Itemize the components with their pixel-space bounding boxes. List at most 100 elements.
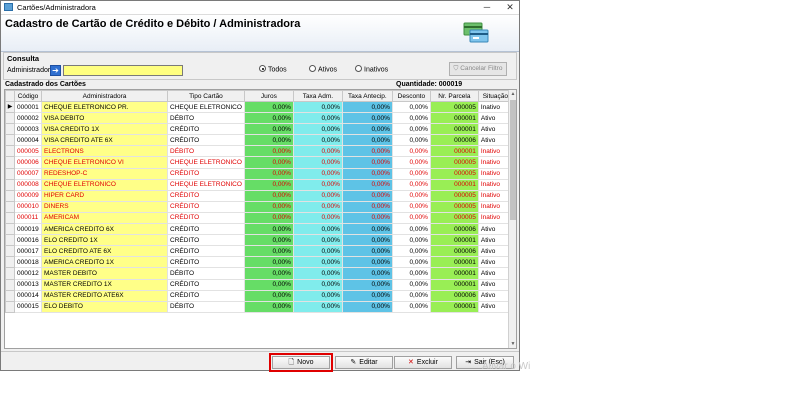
cards-table: Código Administradora Tipo Cartão Juros … [5,90,513,313]
cell-tipo: CRÉDITO [167,200,245,213]
cell-parcela: 000005 [429,100,479,114]
cell-taxa: 0,00% [292,178,343,191]
cell-tipo: CRÉDITO [167,211,245,225]
cell-adm: REDESHOP-C [41,167,168,180]
table-row[interactable]: ▶ 000001 CHEQUE ELETRONICO PR. CHEQUE ELETR… [5,100,513,114]
cancel-filter-button[interactable]: ⛉ Cancelar Filtro [449,62,507,76]
list-title: Cadastrado dos Cartões [5,81,86,88]
cell-antecip: 0,00% [341,234,393,247]
cell-juros: 0,00% [243,189,294,202]
table-row[interactable]: 000010 DINERS CRÉDITO 0,00% 0,00% 0,00% 0,00% 0… [5,200,513,213]
column-header[interactable]: Taxa Antecip. [341,90,393,102]
column-header[interactable]: Nr. Parcela [429,90,479,102]
table-row[interactable]: 000002 VISA DEBITO DÉBITO 0,00% 0,00% 0,00% 0,… [5,112,513,125]
cell-tipo: DÉBITO [167,300,245,313]
edit-icon: ✎ [350,359,357,366]
scrollbar-thumb[interactable] [510,100,516,220]
table-row[interactable]: 000011 AMERICAM CRÉDITO 0,00% 0,00% 0,00% 0,00… [5,211,513,225]
cell-codigo: 000006 [14,156,42,169]
cell-desc: 0,00% [391,167,431,180]
scroll-up-icon[interactable]: ▲ [509,90,516,98]
cell-tipo: CHEQUE ELETRONICO [167,100,245,114]
column-header[interactable]: Desconto [391,90,431,102]
table-row[interactable]: 000015 ELO DEBITO DÉBITO 0,00% 0,00% 0,00% 0,0… [5,300,513,313]
row-indicator [5,123,15,136]
column-header[interactable]: Taxa Adm. [292,90,343,102]
table-row[interactable]: 000005 ELECTRONS DÉBITO 0,00% 0,00% 0,00% 0,00… [5,145,513,158]
title-bar: Cartões/Administradora ─ ✕ [1,1,519,15]
column-header[interactable]: Administradora [41,90,168,102]
cell-desc: 0,00% [391,289,431,302]
cell-codigo: 000017 [14,245,42,258]
cards-grid[interactable]: Código Administradora Tipo Cartão Juros … [4,89,517,349]
search-arrow-button[interactable]: ➔ [50,65,61,76]
cell-parcela: 000006 [429,134,479,147]
table-row[interactable]: 000016 ELO CREDITO 1X CRÉDITO 0,00% 0,00% 0,0… [5,234,513,247]
cell-antecip: 0,00% [341,223,393,236]
vertical-scrollbar[interactable]: ▲ ▼ [508,90,516,348]
cell-parcela: 000005 [429,189,479,202]
radio-todos[interactable]: Todos [259,65,287,73]
table-row[interactable]: 000009 HIPER CARD CRÉDITO 0,00% 0,00% 0,00% 0,… [5,189,513,202]
table-row[interactable]: 000017 ELO CREDITO ATE 6X CRÉDITO 0,00% 0,00… [5,245,513,258]
cell-desc: 0,00% [391,278,431,291]
excluir-label: Excluir [416,359,438,366]
close-button[interactable]: ✕ [504,2,516,12]
exit-door-icon: ⇥ [465,359,472,366]
table-row[interactable]: 000004 VISA CREDITO ATE 6X CRÉDITO 0,00% 0,0… [5,134,513,147]
row-indicator [5,245,15,258]
cell-tipo: CHEQUE ELETRONICO [167,178,245,191]
cell-juros: 0,00% [243,134,294,147]
cell-taxa: 0,00% [292,156,343,169]
cell-juros: 0,00% [243,267,294,280]
table-row[interactable]: 000007 REDESHOP-C CRÉDITO 0,00% 0,00% 0,00% 0,… [5,167,513,180]
app-icon [4,3,13,11]
row-indicator [5,223,15,236]
cell-codigo: 000009 [14,189,42,202]
administradora-input[interactable] [63,65,183,76]
table-row[interactable]: 000003 VISA CREDITO 1X CRÉDITO 0,00% 0,00% 0,… [5,123,513,136]
cell-adm: HIPER CARD [41,189,168,202]
table-row[interactable]: 000019 AMERICA CREDITO 6X CRÉDITO 0,00% 0,00… [5,223,513,236]
cell-tipo: CRÉDITO [167,134,245,147]
cell-taxa: 0,00% [292,211,343,225]
cell-desc: 0,00% [391,145,431,158]
column-header[interactable]: Juros [243,90,294,102]
cell-parcela: 000006 [429,245,479,258]
cell-codigo: 000007 [14,167,42,180]
row-indicator [5,278,15,291]
excluir-button[interactable]: ✕ Excluir [394,356,452,369]
table-row[interactable]: 000012 MASTER DEBITO DÉBITO 0,00% 0,00% 0,00%… [5,267,513,280]
cell-adm: ELO CREDITO 1X [41,234,168,247]
consulta-label: Consulta [7,54,40,63]
table-row[interactable]: 000008 CHEQUE ELETRONICO CHEQUE ELETRONICO… [5,178,513,191]
table-row[interactable]: 000013 MASTER CREDITO 1X CRÉDITO 0,00% 0,00%… [5,278,513,291]
cell-taxa: 0,00% [292,300,343,313]
cell-taxa: 0,00% [292,167,343,180]
cell-tipo: CRÉDITO [167,123,245,136]
table-row[interactable]: 000006 CHEQUE ELETRONICO VI CHEQUE ELETRON… [5,156,513,169]
cell-taxa: 0,00% [292,278,343,291]
row-indicator [5,178,15,191]
cell-antecip: 0,00% [341,145,393,158]
radio-ativos[interactable]: Ativos [309,65,337,73]
cell-adm: ELECTRONS [41,145,168,158]
table-row[interactable]: 000014 MASTER CREDITO ATE6X CRÉDITO 0,00% 0,… [5,289,513,302]
cell-desc: 0,00% [391,189,431,202]
cell-adm: AMERICA CREDITO 1X [41,256,168,269]
cell-desc: 0,00% [391,123,431,136]
row-indicator [5,189,15,202]
column-header[interactable]: Tipo Cartão [167,90,245,102]
minimize-button[interactable]: ─ [481,2,493,12]
radio-inativos[interactable]: Inativos [355,65,388,73]
cell-codigo: 000005 [14,145,42,158]
column-header[interactable]: Código [14,90,42,102]
table-row[interactable]: 000018 AMERICA CREDITO 1X CRÉDITO 0,00% 0,00… [5,256,513,269]
scroll-down-icon[interactable]: ▼ [509,340,516,348]
cell-taxa: 0,00% [292,223,343,236]
editar-button[interactable]: ✎ Editar [335,356,393,369]
cell-antecip: 0,00% [341,123,393,136]
cell-taxa: 0,00% [292,134,343,147]
cell-parcela: 000005 [429,156,479,169]
cell-codigo: 000008 [14,178,42,191]
